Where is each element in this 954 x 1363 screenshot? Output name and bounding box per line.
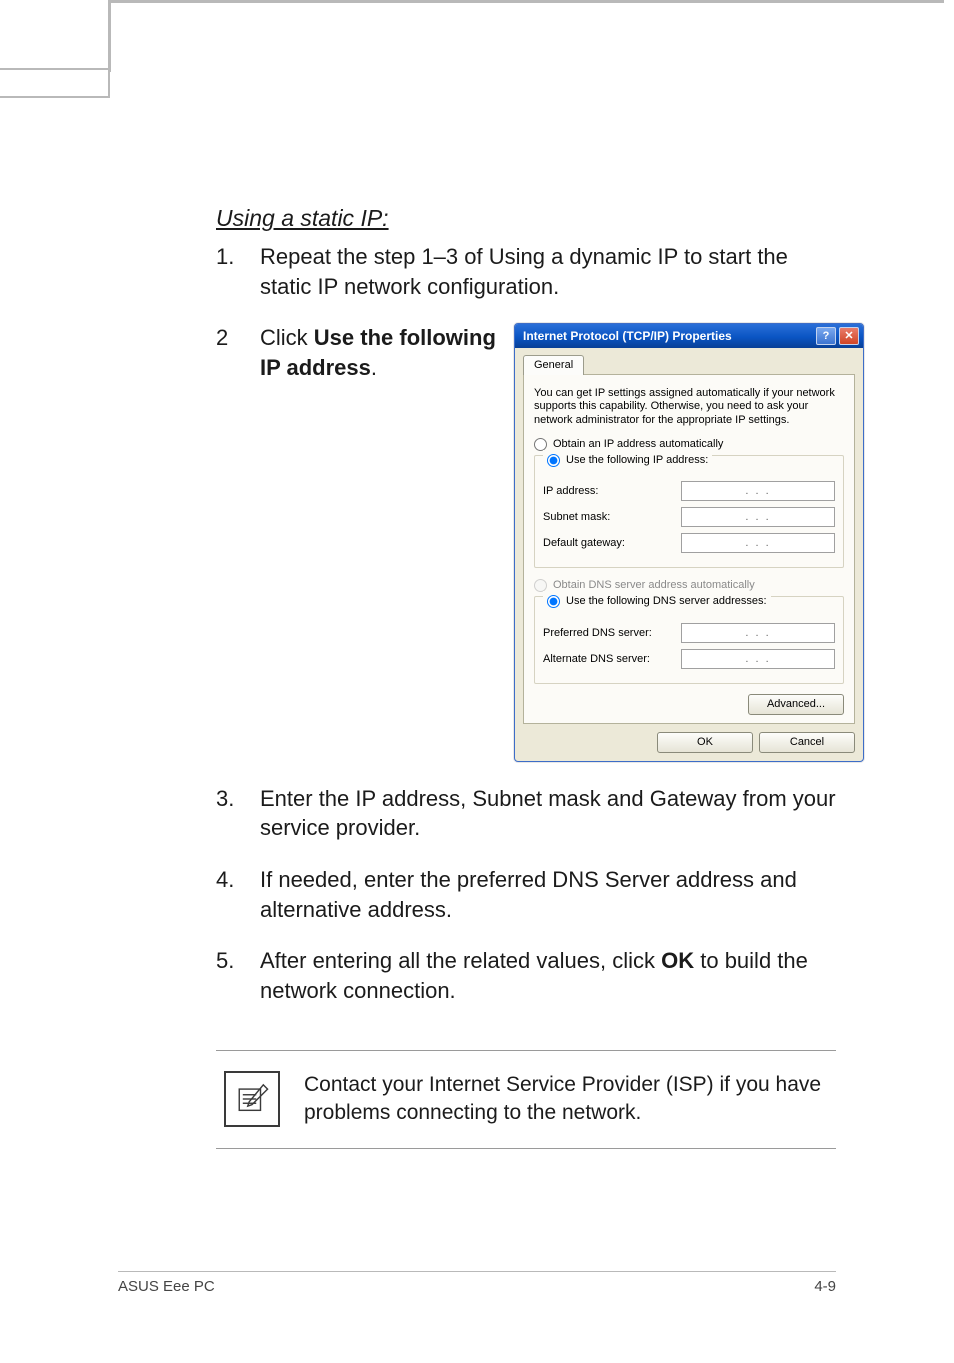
step-text: If needed, enter the preferred DNS Serve… xyxy=(260,865,836,924)
dialog-panel: You can get IP settings assigned automat… xyxy=(523,374,855,724)
ok-button[interactable]: OK xyxy=(657,732,753,753)
step-number: 4. xyxy=(216,865,238,924)
dialog-description: You can get IP settings assigned automat… xyxy=(534,387,844,427)
note-callout: Contact your Internet Service Provider (… xyxy=(216,1050,836,1149)
label-preferred-dns: Preferred DNS server: xyxy=(543,626,671,641)
label-alternate-dns: Alternate DNS server: xyxy=(543,652,671,667)
step-text-bold: OK xyxy=(661,948,694,973)
label-default-gateway: Default gateway: xyxy=(543,536,671,551)
step-number: 2 xyxy=(216,323,238,761)
step-text-prefix: After entering all the related values, c… xyxy=(260,948,655,973)
advanced-button[interactable]: Advanced... xyxy=(748,694,844,715)
footer-product: ASUS Eee PC xyxy=(118,1278,215,1295)
step-text: Click Use the following IP address. xyxy=(260,323,496,382)
step-text: After entering all the related values, c… xyxy=(260,946,836,1005)
step-number: 5. xyxy=(216,946,238,1005)
radio-label: Use the following IP address: xyxy=(566,453,708,468)
step-number: 3. xyxy=(216,784,238,843)
step-2: 2 Click Use the following IP address. In… xyxy=(216,323,836,761)
label-ip-address: IP address: xyxy=(543,484,671,499)
radio-use-following-dns[interactable]: Use the following DNS server addresses: xyxy=(547,594,767,609)
step-1: 1. Repeat the step 1–3 of Using a dynami… xyxy=(216,242,836,301)
label-subnet-mask: Subnet mask: xyxy=(543,510,671,525)
note-text: Contact your Internet Service Provider (… xyxy=(304,1071,828,1128)
tcpip-properties-dialog: Internet Protocol (TCP/IP) Properties ? … xyxy=(514,323,864,761)
step-number: 1. xyxy=(216,242,238,301)
page-side-tab xyxy=(0,68,110,98)
alternate-dns-input[interactable]: . . . xyxy=(681,649,835,669)
ip-address-input[interactable]: . . . xyxy=(681,481,835,501)
steps-list: 1. Repeat the step 1–3 of Using a dynami… xyxy=(216,242,836,1006)
content-column: Using a static IP: 1. Repeat the step 1–… xyxy=(216,205,836,1149)
radio-input[interactable] xyxy=(547,595,560,608)
step-text: Enter the IP address, Subnet mask and Ga… xyxy=(260,784,836,843)
manual-page: Using a static IP: 1. Repeat the step 1–… xyxy=(0,0,954,1363)
page-edge-top xyxy=(108,0,944,3)
radio-use-following-ip[interactable]: Use the following IP address: xyxy=(547,453,708,468)
step-5: 5. After entering all the related values… xyxy=(216,946,836,1005)
step-text-prefix: Click xyxy=(260,325,308,350)
step-3: 3. Enter the IP address, Subnet mask and… xyxy=(216,784,836,843)
step-4: 4. If needed, enter the preferred DNS Se… xyxy=(216,865,836,924)
footer-pagenum: 4-9 xyxy=(814,1278,836,1295)
pencil-pad-icon xyxy=(235,1082,269,1116)
ip-address-group: Use the following IP address: IP address… xyxy=(534,455,844,569)
help-button[interactable]: ? xyxy=(816,327,836,345)
preferred-dns-input[interactable]: . . . xyxy=(681,623,835,643)
step-text: Repeat the step 1–3 of Using a dynamic I… xyxy=(260,242,836,301)
cancel-button[interactable]: Cancel xyxy=(759,732,855,753)
page-footer: ASUS Eee PC 4-9 xyxy=(118,1271,836,1295)
default-gateway-input[interactable]: . . . xyxy=(681,533,835,553)
radio-label: Use the following DNS server addresses: xyxy=(566,594,767,609)
dns-group: Use the following DNS server addresses: … xyxy=(534,596,844,684)
dialog-titlebar: Internet Protocol (TCP/IP) Properties ? … xyxy=(515,324,863,348)
page-edge-left xyxy=(108,0,111,72)
close-button[interactable]: ✕ xyxy=(839,327,859,345)
note-icon xyxy=(224,1071,280,1127)
tab-general[interactable]: General xyxy=(523,355,584,375)
subnet-mask-input[interactable]: . . . xyxy=(681,507,835,527)
radio-input[interactable] xyxy=(547,454,560,467)
step-text-suffix: . xyxy=(371,355,377,380)
dialog-title: Internet Protocol (TCP/IP) Properties xyxy=(523,328,732,344)
section-title: Using a static IP: xyxy=(216,205,836,232)
